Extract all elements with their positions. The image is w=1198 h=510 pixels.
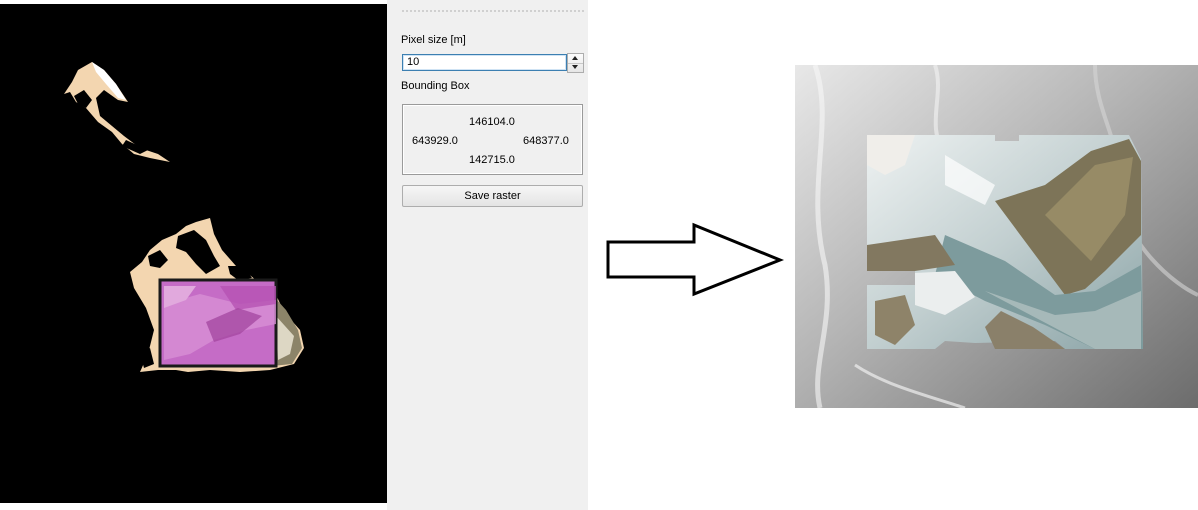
bbox-north-value: 146104.0 [469,116,515,128]
bounding-box-label: Bounding Box [401,80,470,92]
pixel-size-label: Pixel size [m] [401,34,466,46]
chevron-down-icon [572,65,578,69]
bbox-east-value: 648377.0 [523,135,569,147]
map-canvas[interactable] [0,4,387,503]
bbox-south-value: 142715.0 [469,154,515,166]
save-raster-button[interactable]: Save raster [402,185,583,207]
exported-raster-image [795,65,1198,408]
raster-export-panel: Pixel size [m] Bounding Box 146104.0 643… [387,0,588,510]
chevron-up-icon [572,56,578,60]
raster-fragment-top [64,62,170,162]
pixel-size-input[interactable] [402,54,567,71]
pixel-size-spinner[interactable] [567,53,584,73]
spin-down-button[interactable] [568,63,583,72]
right-arrow-icon [606,222,785,297]
dock-grip-handle[interactable] [401,9,584,14]
map-layers [64,62,304,372]
bbox-west-value: 643929.0 [412,135,458,147]
exported-raster [795,65,1198,408]
bounding-box-group: 146104.0 643929.0 648377.0 142715.0 [402,104,583,175]
